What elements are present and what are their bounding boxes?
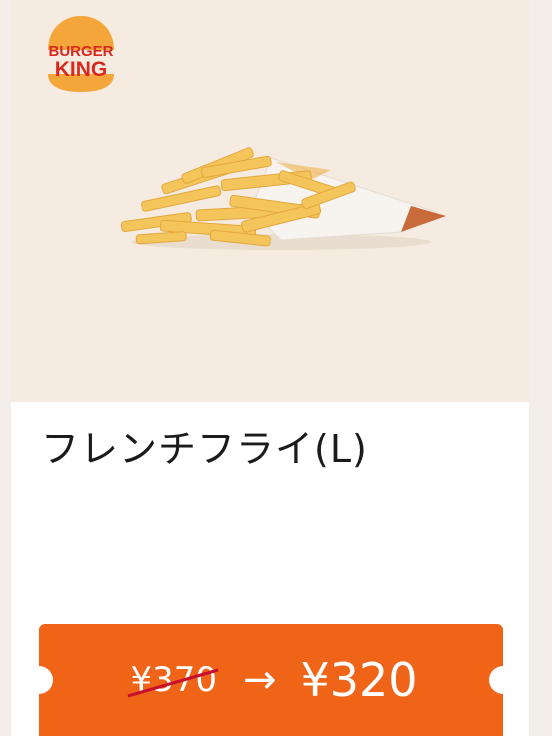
burger-king-logo: BURGER KING: [48, 16, 114, 92]
product-title: フレンチフライ(L): [41, 427, 368, 471]
french-fries-icon: [120, 147, 446, 250]
svg-text:KING: KING: [55, 58, 108, 81]
product-image-area: BURGER KING: [11, 0, 529, 402]
coupon-price-button[interactable]: ¥370 → ¥320: [25, 624, 517, 736]
old-price: ¥370: [128, 660, 219, 700]
coupon-card[interactable]: BURGER KING フレンチフライ(L) ¥370 → ¥320: [11, 0, 529, 736]
strikethrough-line: [128, 668, 219, 698]
arrow-icon: →: [242, 657, 277, 703]
price-row: ¥370 → ¥320: [39, 624, 503, 736]
new-price: ¥320: [300, 653, 418, 707]
